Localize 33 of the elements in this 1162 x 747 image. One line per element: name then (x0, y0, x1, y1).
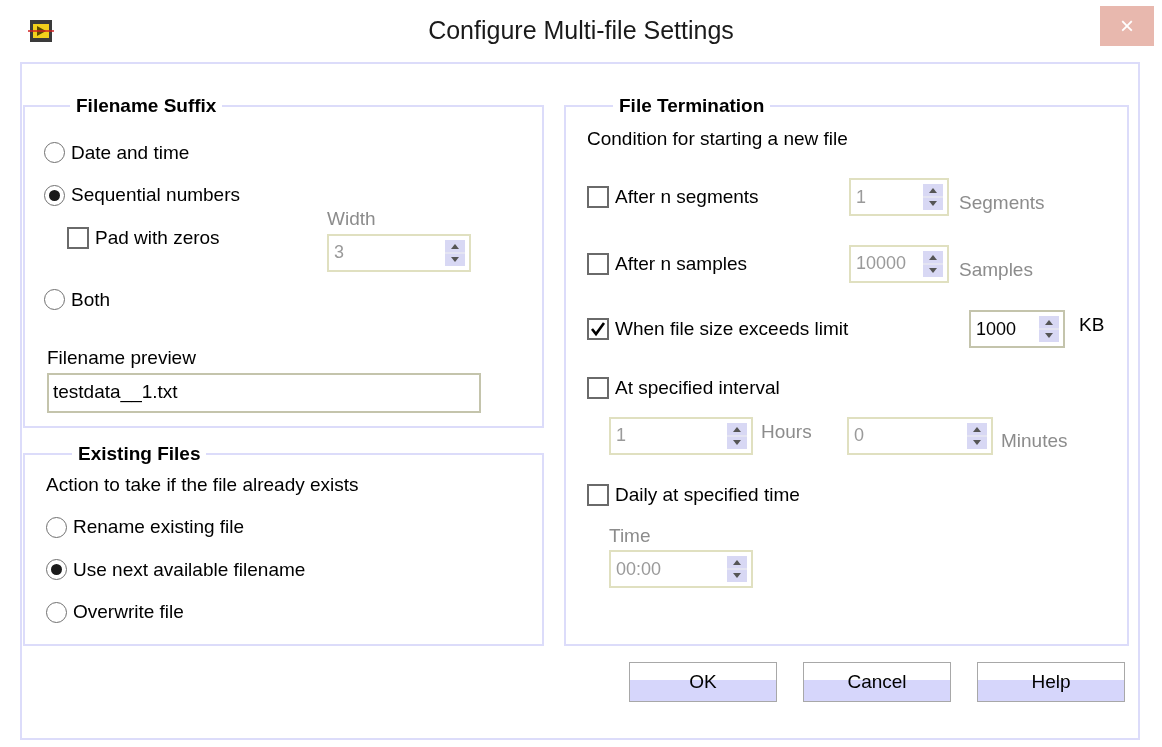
checkbox[interactable]: After n samples (587, 249, 747, 278)
group-prompt: Condition for starting a new file (587, 126, 849, 151)
radio-button[interactable]: Date and time (44, 138, 190, 167)
group-prompt: Action to take if the file already exists (46, 472, 360, 497)
checkbox[interactable]: After n segments (587, 183, 759, 212)
checkbox[interactable]: When file size exceeds limit (587, 314, 849, 344)
checkbox[interactable]: Pad with zeros (67, 223, 220, 252)
checkbox[interactable]: At specified interval (587, 374, 780, 403)
number-spinner[interactable]: 1000 (969, 310, 1065, 348)
radio-button[interactable]: Both (44, 285, 111, 314)
app-icon (28, 18, 54, 44)
dialog-button[interactable]: Cancel (803, 662, 951, 702)
width-label: Width (327, 207, 377, 231)
unit-label: Hours (761, 419, 812, 444)
group-title: Existing Files (77, 442, 202, 466)
field-label: Filename preview (47, 346, 197, 370)
radio-button[interactable]: Rename existing file (46, 513, 245, 542)
window-title: Configure Multi-file Settings (428, 15, 734, 47)
dialog-button[interactable]: Help (977, 662, 1125, 702)
group-title: File Termination (618, 94, 766, 118)
unit-label: Minutes (1001, 428, 1068, 453)
unit-label: Samples (959, 257, 1033, 282)
group-title: Filename Suffix (75, 94, 218, 118)
unit-label: KB (1079, 312, 1105, 337)
filename-preview-field[interactable]: testdata__1.txt (47, 372, 481, 413)
time-label: Time (609, 523, 652, 548)
dialog-button[interactable]: OK (629, 662, 777, 702)
unit-label: Segments (959, 191, 1045, 215)
checkbox[interactable]: Daily at specified time (587, 481, 800, 510)
spin-arrows-icon[interactable] (1039, 316, 1059, 342)
radio-button[interactable]: Use next available filename (46, 555, 306, 584)
radio-button[interactable]: Overwrite file (46, 598, 184, 627)
radio-button[interactable]: Sequential numbers (44, 181, 240, 210)
